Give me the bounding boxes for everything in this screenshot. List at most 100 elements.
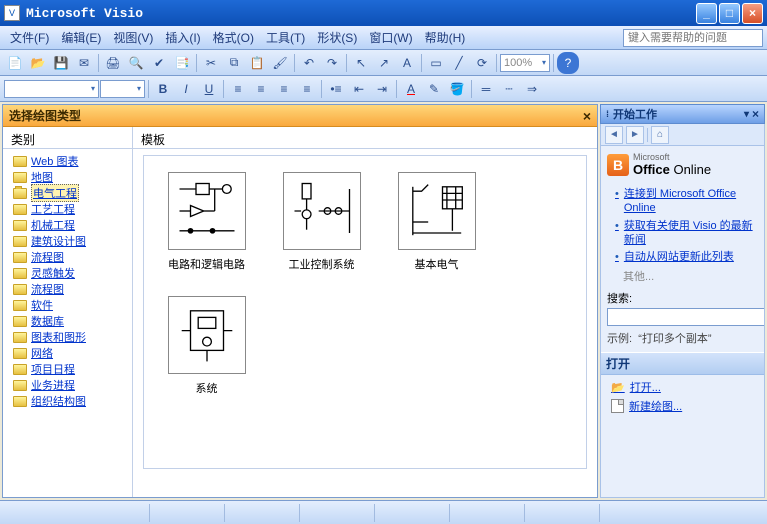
open-icon[interactable]: 📂	[27, 52, 49, 74]
fill-color-icon[interactable]: 🪣	[446, 78, 468, 100]
template-item[interactable]: 系统	[164, 296, 249, 396]
align-justify-icon[interactable]: ≡	[296, 78, 318, 100]
category-item[interactable]: 工艺工程	[5, 201, 130, 217]
taskpane-link[interactable]: 连接到 Microsoft Office Online	[615, 187, 758, 216]
italic-icon[interactable]: I	[175, 78, 197, 100]
menu-window[interactable]: 窗口(W)	[363, 27, 418, 48]
category-item[interactable]: 软件	[5, 297, 130, 313]
taskpane-back-button[interactable]: ◄	[605, 126, 623, 144]
taskpane-link[interactable]: 获取有关使用 Visio 的最新新闻	[615, 219, 758, 248]
category-label: 工艺工程	[31, 201, 75, 217]
folder-icon	[13, 188, 27, 199]
research-icon[interactable]: 📑	[171, 52, 193, 74]
line-pattern-icon[interactable]: ┄	[498, 78, 520, 100]
category-label: 数据库	[31, 313, 64, 329]
menu-help[interactable]: 帮助(H)	[419, 27, 472, 48]
category-label: 电气工程	[31, 184, 79, 202]
connector-icon[interactable]: ↗	[373, 52, 395, 74]
copy-icon[interactable]: ⧉	[223, 52, 245, 74]
folder-icon	[13, 204, 27, 215]
title-bar: V Microsoft Visio _ □ ×	[0, 0, 767, 26]
save-icon[interactable]: 💾	[50, 52, 72, 74]
undo-icon[interactable]: ↶	[298, 52, 320, 74]
new-drawing-link[interactable]: 新建绘图...	[611, 398, 758, 414]
category-item[interactable]: 网络	[5, 345, 130, 361]
category-label: 灵感触发	[31, 265, 75, 281]
indent-right-icon[interactable]: ⇥	[371, 78, 393, 100]
bullets-icon[interactable]: •≡	[325, 78, 347, 100]
template-item[interactable]: 工业控制系统	[279, 172, 364, 272]
taskpane-title: 开始工作	[613, 106, 657, 122]
font-color-icon[interactable]: A	[400, 78, 422, 100]
taskpane-search-input[interactable]	[607, 308, 765, 326]
template-thumbnail	[283, 172, 361, 250]
font-combo[interactable]: ▾	[4, 80, 99, 98]
category-item[interactable]: 地图	[5, 169, 130, 185]
menu-shape[interactable]: 形状(S)	[311, 27, 363, 48]
underline-icon[interactable]: U	[198, 78, 220, 100]
taskpane-dropdown-icon[interactable]: ▾	[744, 109, 749, 120]
bold-icon[interactable]: B	[152, 78, 174, 100]
redo-icon[interactable]: ↷	[321, 52, 343, 74]
line-color-icon[interactable]: ✎	[423, 78, 445, 100]
format-painter-icon[interactable]: 🖌	[269, 52, 291, 74]
minimize-button[interactable]: _	[696, 3, 717, 24]
taskpane-home-button[interactable]: ⌂	[651, 126, 669, 144]
category-item[interactable]: 机械工程	[5, 217, 130, 233]
template-label: 系统	[196, 380, 218, 396]
text-icon[interactable]: A	[396, 52, 418, 74]
preview-icon[interactable]: 🔍	[125, 52, 147, 74]
pointer-icon[interactable]: ↖	[350, 52, 372, 74]
paste-icon[interactable]: 📋	[246, 52, 268, 74]
help-icon[interactable]: ?	[557, 52, 579, 74]
spell-icon[interactable]: ✔	[148, 52, 170, 74]
align-right-icon[interactable]: ≡	[273, 78, 295, 100]
print-icon[interactable]: 🖨	[102, 52, 124, 74]
mail-icon[interactable]: ✉	[73, 52, 95, 74]
line-ends-icon[interactable]: ⇒	[521, 78, 543, 100]
align-center-icon[interactable]: ≡	[250, 78, 272, 100]
taskpane-other-link[interactable]: 其他...	[607, 268, 758, 284]
menu-file[interactable]: 文件(F)	[4, 27, 55, 48]
new-icon[interactable]: 📄	[4, 52, 26, 74]
category-item[interactable]: 流程图	[5, 281, 130, 297]
category-item[interactable]: 建筑设计图	[5, 233, 130, 249]
menu-bar: 文件(F) 编辑(E) 视图(V) 插入(I) 格式(O) 工具(T) 形状(S…	[0, 26, 767, 50]
category-item[interactable]: 组织结构图	[5, 393, 130, 409]
doc-close-button[interactable]: ×	[583, 108, 591, 124]
maximize-button[interactable]: □	[719, 3, 740, 24]
close-button[interactable]: ×	[742, 3, 763, 24]
indent-left-icon[interactable]: ⇤	[348, 78, 370, 100]
menu-view[interactable]: 视图(V)	[107, 27, 159, 48]
category-item[interactable]: 业务进程	[5, 377, 130, 393]
rectangle-icon[interactable]: ▭	[425, 52, 447, 74]
taskpane-forward-button[interactable]: ►	[626, 126, 644, 144]
category-item[interactable]: Web 图表	[5, 153, 130, 169]
menu-edit[interactable]: 编辑(E)	[55, 27, 107, 48]
menu-insert[interactable]: 插入(I)	[159, 27, 206, 48]
taskpane-link[interactable]: 自动从网站更新此列表	[615, 250, 758, 264]
open-file-link[interactable]: 📂 打开...	[611, 379, 758, 395]
rotate-icon[interactable]: ⟳	[471, 52, 493, 74]
office-logo-icon: B	[607, 154, 629, 176]
category-label: 流程图	[31, 249, 64, 265]
category-item[interactable]: 灵感触发	[5, 265, 130, 281]
template-item[interactable]: 基本电气	[394, 172, 479, 272]
align-left-icon[interactable]: ≡	[227, 78, 249, 100]
category-item[interactable]: 电气工程	[5, 185, 130, 201]
menu-format[interactable]: 格式(O)	[207, 27, 260, 48]
category-item[interactable]: 流程图	[5, 249, 130, 265]
template-item[interactable]: 电路和逻辑电路	[164, 172, 249, 272]
template-label: 工业控制系统	[289, 256, 355, 272]
cut-icon[interactable]: ✂	[200, 52, 222, 74]
line-icon[interactable]: ╱	[448, 52, 470, 74]
category-item[interactable]: 图表和图形	[5, 329, 130, 345]
menu-tools[interactable]: 工具(T)	[260, 27, 311, 48]
zoom-combo[interactable]: 100%▾	[500, 54, 550, 72]
font-size-combo[interactable]: ▾	[100, 80, 145, 98]
category-item[interactable]: 项目日程	[5, 361, 130, 377]
taskpane-close-button[interactable]: ×	[752, 107, 759, 121]
line-weight-icon[interactable]: ═	[475, 78, 497, 100]
help-search-input[interactable]	[623, 29, 763, 47]
category-item[interactable]: 数据库	[5, 313, 130, 329]
